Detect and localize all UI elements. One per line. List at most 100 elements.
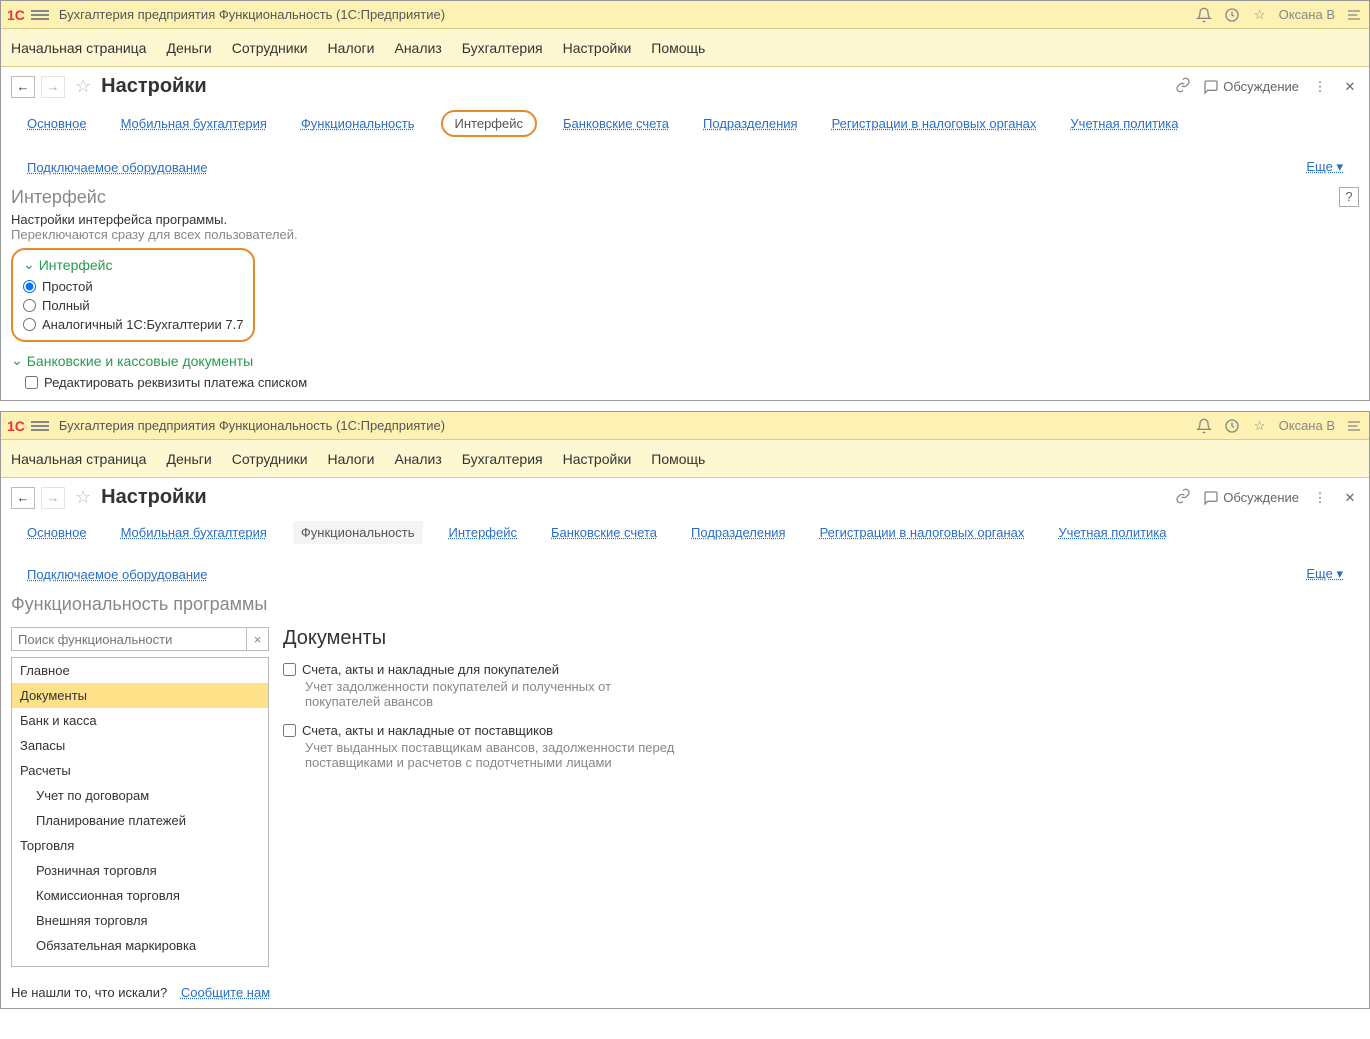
radio-full[interactable]: Полный <box>23 296 243 315</box>
tree-item-retail[interactable]: Розничная торговля <box>12 858 268 883</box>
functionality-tree[interactable]: Главное Документы Банк и касса Запасы Ра… <box>11 657 269 967</box>
menu-analysis[interactable]: Анализ <box>394 451 441 467</box>
link-icon[interactable] <box>1175 77 1191 96</box>
menu-home[interactable]: Начальная страница <box>11 40 146 56</box>
menu-help[interactable]: Помощь <box>651 451 705 467</box>
menu-settings[interactable]: Настройки <box>563 40 632 56</box>
nav-back-button[interactable]: ← <box>11 487 35 509</box>
bell-icon[interactable] <box>1195 417 1213 435</box>
group-title-bank: Банковские и кассовые документы <box>27 353 253 369</box>
tab-equipment[interactable]: Подключаемое оборудование <box>19 156 216 179</box>
tree-item-commission[interactable]: Комиссионная торговля <box>12 883 268 908</box>
tab-more[interactable]: Еще ▾ <box>1298 562 1351 586</box>
close-icon[interactable]: ✕ <box>1341 78 1359 96</box>
search-input[interactable] <box>11 627 247 651</box>
interface-group: ⌄Интерфейс Простой Полный Аналогичный 1С… <box>11 248 255 342</box>
tree-item-planning[interactable]: Планирование платежей <box>12 808 268 833</box>
kebab-icon[interactable]: ⋮ <box>1311 489 1329 507</box>
clear-search-icon[interactable]: × <box>247 627 269 651</box>
logo-1c: 1C <box>7 7 25 23</box>
tab-mobile[interactable]: Мобильная бухгалтерия <box>113 112 275 135</box>
tab-mobile[interactable]: Мобильная бухгалтерия <box>113 521 275 544</box>
tab-interface[interactable]: Интерфейс <box>441 521 525 544</box>
discuss-button[interactable]: Обсуждение <box>1203 490 1299 506</box>
tab-functionality[interactable]: Функциональность <box>293 112 423 135</box>
history-icon[interactable] <box>1223 417 1241 435</box>
menu-lines-icon[interactable] <box>1345 6 1363 24</box>
tree-item-stock[interactable]: Запасы <box>12 733 268 758</box>
tree-item-foreign[interactable]: Внешняя торговля <box>12 908 268 933</box>
hamburger-icon[interactable] <box>31 421 49 431</box>
tree-item-contracts[interactable]: Учет по договорам <box>12 783 268 808</box>
app-title: Бухгалтерия предприятия Функциональность… <box>59 7 1195 22</box>
tab-functionality[interactable]: Функциональность <box>293 521 423 544</box>
star-icon[interactable]: ☆ <box>1251 6 1269 24</box>
check-supplier-docs-input[interactable] <box>283 724 296 737</box>
bell-icon[interactable] <box>1195 6 1213 24</box>
discuss-button[interactable]: Обсуждение <box>1203 79 1299 95</box>
tab-accounting-policy[interactable]: Учетная политика <box>1050 521 1174 544</box>
tab-equipment[interactable]: Подключаемое оборудование <box>19 563 216 586</box>
tab-main[interactable]: Основное <box>19 521 95 544</box>
check-edit-list[interactable]: Редактировать реквизиты платежа списком <box>25 373 1359 392</box>
tree-item-marking[interactable]: Обязательная маркировка <box>12 933 268 958</box>
history-icon[interactable] <box>1223 6 1241 24</box>
user-name[interactable]: Оксана В <box>1279 7 1335 22</box>
radio-full-input[interactable] <box>23 299 36 312</box>
check-edit-list-input[interactable] <box>25 376 38 389</box>
radio-simple[interactable]: Простой <box>23 277 243 296</box>
tab-bank[interactable]: Банковские счета <box>543 521 665 544</box>
tab-tax-reg[interactable]: Регистрации в налоговых органах <box>812 521 1033 544</box>
close-icon[interactable]: ✕ <box>1341 489 1359 507</box>
nav-forward-button[interactable]: → <box>41 76 65 98</box>
radio-simple-input[interactable] <box>23 280 36 293</box>
menu-home[interactable]: Начальная страница <box>11 451 146 467</box>
check-buyer-docs-input[interactable] <box>283 663 296 676</box>
menu-accounting[interactable]: Бухгалтерия <box>462 40 543 56</box>
menu-money[interactable]: Деньги <box>166 40 211 56</box>
menu-employees[interactable]: Сотрудники <box>232 451 308 467</box>
section-heading: Функциональность программы <box>11 594 1359 615</box>
tree-item-trade[interactable]: Торговля <box>12 833 268 858</box>
radio-77[interactable]: Аналогичный 1С:Бухгалтерии 7.7 <box>23 315 243 334</box>
link-icon[interactable] <box>1175 488 1191 507</box>
tab-more[interactable]: Еще ▾ <box>1298 155 1351 179</box>
tab-tax-reg[interactable]: Регистрации в налоговых органах <box>824 112 1045 135</box>
favorite-star-icon[interactable]: ☆ <box>75 487 91 508</box>
chevron-down-icon[interactable]: ⌄ <box>23 256 35 273</box>
radio-77-label: Аналогичный 1С:Бухгалтерии 7.7 <box>42 317 243 332</box>
kebab-icon[interactable]: ⋮ <box>1311 78 1329 96</box>
menu-lines-icon[interactable] <box>1345 417 1363 435</box>
menu-taxes[interactable]: Налоги <box>328 40 375 56</box>
hamburger-icon[interactable] <box>31 10 49 20</box>
nav-back-button[interactable]: ← <box>11 76 35 98</box>
menu-employees[interactable]: Сотрудники <box>232 40 308 56</box>
tab-main[interactable]: Основное <box>19 112 95 135</box>
help-button[interactable]: ? <box>1339 187 1359 207</box>
menu-help[interactable]: Помощь <box>651 40 705 56</box>
menu-money[interactable]: Деньги <box>166 451 211 467</box>
menu-accounting[interactable]: Бухгалтерия <box>462 451 543 467</box>
user-name[interactable]: Оксана В <box>1279 418 1335 433</box>
favorite-star-icon[interactable]: ☆ <box>75 76 91 97</box>
tab-accounting-policy[interactable]: Учетная политика <box>1062 112 1186 135</box>
radio-77-input[interactable] <box>23 318 36 331</box>
tree-item-settlements[interactable]: Расчеты <box>12 758 268 783</box>
menu-analysis[interactable]: Анализ <box>394 40 441 56</box>
nav-forward-button[interactable]: → <box>41 487 65 509</box>
chevron-down-icon[interactable]: ⌄ <box>11 352 23 369</box>
star-icon[interactable]: ☆ <box>1251 417 1269 435</box>
tab-bank[interactable]: Банковские счета <box>555 112 677 135</box>
footer-contact-link[interactable]: Сообщите нам <box>181 985 270 1000</box>
check-supplier-docs[interactable]: Счета, акты и накладные от поставщиков <box>283 723 1359 738</box>
tab-interface[interactable]: Интерфейс <box>441 110 537 137</box>
tree-item-main[interactable]: Главное <box>12 658 268 683</box>
menu-taxes[interactable]: Налоги <box>328 451 375 467</box>
tab-departments[interactable]: Подразделения <box>683 521 794 544</box>
check-supplier-docs-desc: Учет выданных поставщикам авансов, задол… <box>305 740 685 770</box>
check-buyer-docs[interactable]: Счета, акты и накладные для покупателей <box>283 662 1359 677</box>
tree-item-documents[interactable]: Документы <box>12 683 268 708</box>
tree-item-bank[interactable]: Банк и касса <box>12 708 268 733</box>
tab-departments[interactable]: Подразделения <box>695 112 806 135</box>
menu-settings[interactable]: Настройки <box>563 451 632 467</box>
